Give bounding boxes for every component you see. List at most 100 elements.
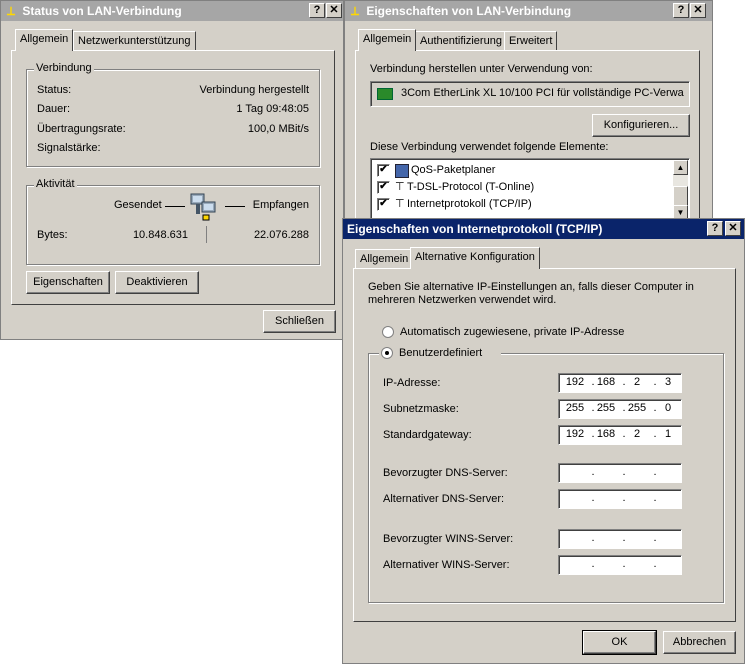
gateway-field[interactable]: 192. 168. 2. 1 bbox=[558, 425, 682, 445]
tab-allgemein[interactable]: Allgemein bbox=[355, 249, 414, 269]
scroll-up-icon[interactable]: ▲ bbox=[673, 160, 688, 175]
bytes-label: Bytes: bbox=[37, 229, 68, 241]
close-dialog-button[interactable]: Schließen bbox=[263, 310, 336, 333]
ip-octet: 0 bbox=[664, 402, 672, 414]
status-value: Verbindung hergestellt bbox=[199, 84, 309, 96]
component-name: T-DSL-Protocol (T-Online) bbox=[407, 181, 535, 193]
subnet-mask-field[interactable]: 255. 255. 255. 0 bbox=[558, 399, 682, 419]
alternate-wins-field[interactable]: ... bbox=[558, 555, 682, 575]
ip-dot: . bbox=[622, 532, 626, 544]
window-title: Eigenschaften von Internetprotokoll (TCP… bbox=[347, 222, 603, 236]
received-label: Empfangen bbox=[252, 199, 309, 211]
adapter-field: 3Com EtherLink XL 10/100 PCI für vollstä… bbox=[370, 81, 690, 107]
ip-octet: 255 bbox=[627, 402, 647, 414]
adapter-name: 3Com EtherLink XL 10/100 PCI für vollstä… bbox=[401, 87, 684, 99]
connection-group-title: Verbindung bbox=[34, 62, 94, 74]
gateway-label: Standardgateway: bbox=[383, 429, 472, 441]
tab-alternative-konfiguration[interactable]: Alternative Konfiguration bbox=[410, 247, 540, 269]
description-text: Geben Sie alternative IP-Einstellungen a… bbox=[368, 281, 694, 306]
custom-option[interactable]: Benutzerdefiniert bbox=[379, 346, 501, 362]
sent-line bbox=[165, 206, 185, 207]
close-button[interactable]: ✕ bbox=[725, 221, 741, 236]
status-window-titlebar[interactable]: ⟂ Status von LAN-Verbindung bbox=[1, 1, 343, 21]
help-button[interactable]: ? bbox=[707, 221, 723, 236]
subnet-mask-label: Subnetzmaske: bbox=[383, 403, 459, 415]
scroll-thumb[interactable] bbox=[673, 186, 688, 206]
network-connection-icon: ⟂ bbox=[350, 4, 359, 18]
properties-button[interactable]: Eigenschaften bbox=[26, 271, 110, 294]
components-list[interactable]: ✔ QoS-Paketplaner ✔ ⊤ T-DSL-Protocol (T-… bbox=[370, 158, 690, 222]
custom-label: Benutzerdefiniert bbox=[399, 347, 483, 359]
component-checkbox[interactable]: ✔ bbox=[377, 198, 390, 211]
ok-button[interactable]: OK bbox=[582, 630, 657, 655]
sent-bytes: 10.848.631 bbox=[132, 229, 188, 241]
qos-scheduler-icon bbox=[395, 164, 409, 178]
tcpip-properties-titlebar[interactable]: Eigenschaften von Internetprotokoll (TCP… bbox=[343, 219, 744, 239]
tab-erweitert[interactable]: Erweitert bbox=[504, 31, 558, 51]
alternate-wins-label: Alternativer WINS-Server: bbox=[383, 559, 510, 571]
tab-netzwerkunterstuetzung[interactable]: Netzwerkunterstützung bbox=[73, 31, 196, 51]
tab-authentifizierung[interactable]: Authentifizierung bbox=[415, 31, 507, 51]
protocol-icon: ⊤ bbox=[395, 181, 405, 193]
received-bytes: 22.076.288 bbox=[253, 229, 309, 241]
ip-dot: . bbox=[591, 532, 595, 544]
configure-button[interactable]: Konfigurieren... bbox=[592, 114, 690, 137]
ip-dot: . bbox=[591, 466, 595, 478]
ip-dot: . bbox=[653, 492, 657, 504]
help-button[interactable]: ? bbox=[673, 3, 689, 18]
window-title: Eigenschaften von LAN-Verbindung bbox=[366, 4, 572, 18]
auto-ip-option[interactable]: Automatisch zugewiesene, private IP-Adre… bbox=[382, 325, 702, 341]
components-label: Diese Verbindung verwendet folgende Elem… bbox=[370, 141, 609, 153]
duration-label: Dauer: bbox=[37, 103, 71, 115]
speed-value: 100,0 MBit/s bbox=[247, 123, 309, 135]
component-checkbox[interactable]: ✔ bbox=[377, 181, 390, 194]
sent-label: Gesendet bbox=[114, 199, 162, 211]
ip-octet: 2 bbox=[633, 376, 641, 388]
ip-octet: 168 bbox=[596, 428, 616, 440]
disable-button[interactable]: Deaktivieren bbox=[115, 271, 199, 294]
help-button[interactable]: ? bbox=[309, 3, 325, 18]
preferred-wins-field[interactable]: ... bbox=[558, 529, 682, 549]
speed-label: Übertragungsrate: bbox=[37, 123, 126, 135]
duration-value: 1 Tag 09:48:05 bbox=[236, 103, 309, 115]
ip-dot: . bbox=[622, 492, 626, 504]
ip-dot: . bbox=[653, 466, 657, 478]
lan-properties-tab-panel: Verbindung herstellen unter Verwendung v… bbox=[355, 50, 700, 230]
connection-group: Verbindung Status: Verbindung hergestell… bbox=[26, 62, 320, 167]
bytes-divider bbox=[206, 226, 207, 243]
ip-dot: . bbox=[591, 492, 595, 504]
network-activity-icon bbox=[190, 193, 216, 221]
signal-label: Signalstärke: bbox=[37, 142, 101, 154]
ip-address-field[interactable]: 192. 168. 2. 3 bbox=[558, 373, 682, 393]
preferred-dns-field[interactable]: ... bbox=[558, 463, 682, 483]
status-label: Status: bbox=[37, 84, 72, 96]
window-title: Status von LAN-Verbindung bbox=[22, 4, 182, 18]
ip-octet: 255 bbox=[565, 402, 585, 414]
lan-properties-window: ⟂ Eigenschaften von LAN-Verbindung ? ✕ A… bbox=[344, 0, 713, 230]
ip-octet: 1 bbox=[664, 428, 672, 440]
activity-group: Aktivität Gesendet Empfangen Bytes: 10.8… bbox=[26, 178, 320, 265]
ip-octet: 2 bbox=[633, 428, 641, 440]
custom-radio[interactable] bbox=[381, 347, 393, 359]
auto-ip-label: Automatisch zugewiesene, private IP-Adre… bbox=[400, 326, 625, 338]
network-adapter-icon bbox=[377, 88, 393, 100]
tcpip-tab-panel: Geben Sie alternative IP-Einstellungen a… bbox=[353, 268, 736, 622]
network-connection-icon: ⟂ bbox=[6, 4, 15, 18]
ip-octet: 168 bbox=[596, 376, 616, 388]
component-name: QoS-Paketplaner bbox=[411, 164, 496, 176]
scrollbar[interactable]: ▲ ▼ bbox=[673, 160, 688, 220]
component-name: Internetprotokoll (TCP/IP) bbox=[407, 198, 532, 210]
tab-allgemein[interactable]: Allgemein bbox=[15, 29, 74, 51]
auto-ip-radio[interactable] bbox=[382, 326, 394, 338]
tab-allgemein[interactable]: Allgemein bbox=[358, 29, 417, 51]
ip-octet: 3 bbox=[664, 376, 672, 388]
alternate-dns-field[interactable]: ... bbox=[558, 489, 682, 509]
component-checkbox[interactable]: ✔ bbox=[377, 164, 390, 177]
close-button[interactable]: ✕ bbox=[326, 3, 342, 18]
close-button[interactable]: ✕ bbox=[690, 3, 706, 18]
cancel-button[interactable]: Abbrechen bbox=[663, 631, 736, 654]
protocol-icon: ⊤ bbox=[395, 198, 405, 210]
ip-dot: . bbox=[622, 466, 626, 478]
activity-group-title: Aktivität bbox=[34, 178, 77, 190]
lan-properties-titlebar[interactable]: ⟂ Eigenschaften von LAN-Verbindung bbox=[345, 1, 712, 21]
